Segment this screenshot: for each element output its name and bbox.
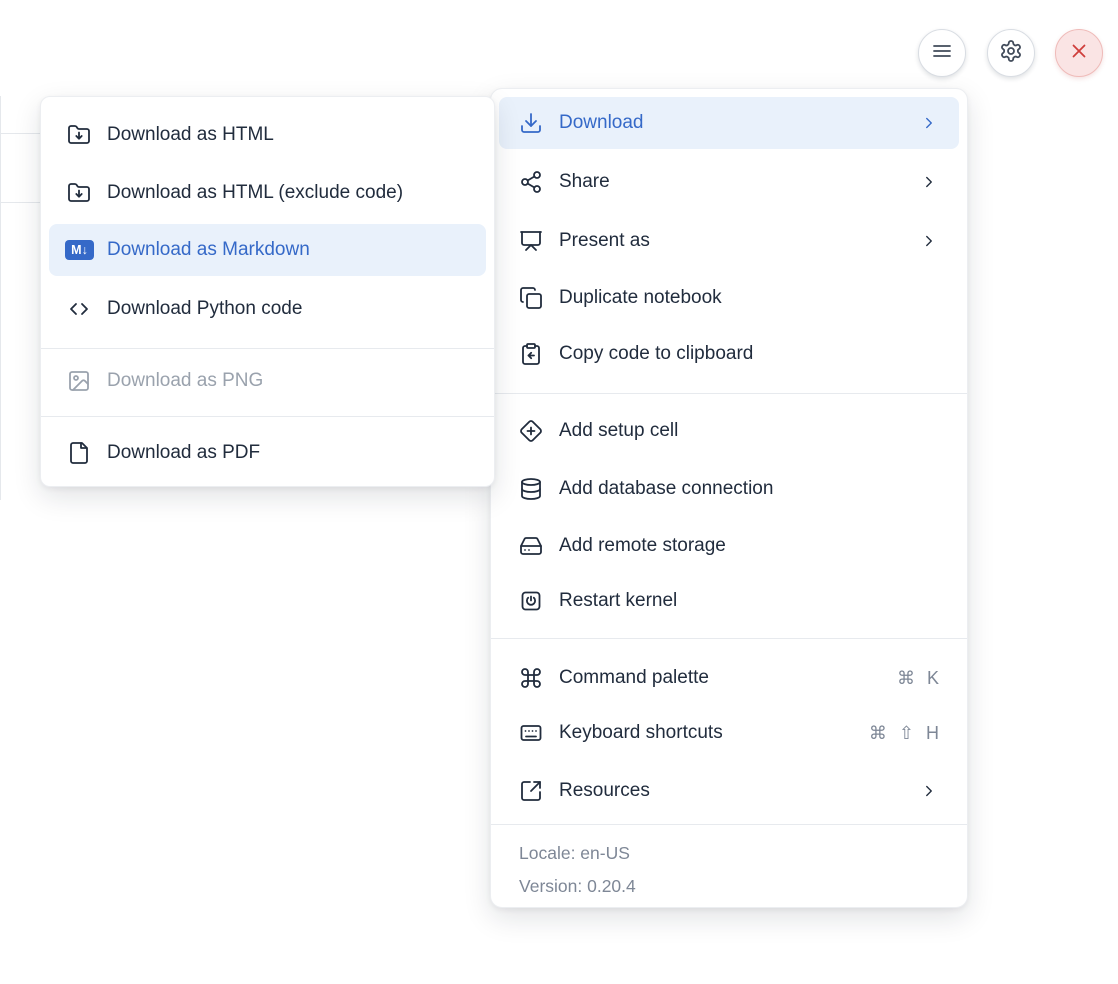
settings-button[interactable]	[987, 29, 1035, 77]
menu-item-add-remote-storage[interactable]: Add remote storage	[499, 520, 959, 572]
version-status-text: Version: 0.20.4	[519, 874, 947, 898]
close-icon	[1067, 39, 1091, 68]
page-fragment-line	[0, 202, 40, 203]
submenu-item-download-markdown[interactable]: M↓ Download as Markdown	[49, 224, 486, 276]
download-submenu-panel: Download as HTML Download as HTML (exclu…	[40, 96, 495, 487]
hard-drive-icon	[519, 534, 543, 558]
menu-item-share[interactable]: Share	[499, 156, 959, 208]
menu-item-label: Command palette	[559, 667, 709, 689]
menu-item-add-setup-cell[interactable]: Add setup cell	[499, 405, 959, 457]
menu-divider	[41, 416, 494, 417]
menu-item-label: Present as	[559, 230, 650, 252]
submenu-item-download-html-exclude-code[interactable]: Download as HTML (exclude code)	[49, 167, 486, 219]
menu-item-label: Download	[559, 112, 644, 134]
keyboard-icon	[519, 721, 543, 745]
menu-item-add-database-connection[interactable]: Add database connection	[499, 463, 959, 515]
menu-item-label: Download as PNG	[107, 370, 263, 392]
notebook-menu-button[interactable]	[918, 29, 966, 77]
menu-item-download[interactable]: Download	[499, 97, 959, 149]
menu-item-label: Share	[559, 171, 610, 193]
menu-divider	[41, 348, 494, 349]
clipboard-arrow-icon	[519, 342, 543, 366]
menu-item-copy-code[interactable]: Copy code to clipboard	[499, 328, 959, 380]
shortcut-hint: ⌘ K	[897, 668, 939, 689]
menu-item-keyboard-shortcuts[interactable]: Keyboard shortcuts ⌘ ⇧ H	[499, 707, 959, 759]
submenu-item-download-pdf[interactable]: Download as PDF	[49, 427, 486, 479]
external-link-icon	[519, 779, 543, 803]
hamburger-icon	[930, 39, 954, 68]
menu-item-resources[interactable]: Resources	[499, 765, 959, 817]
menu-item-label: Download as Markdown	[107, 239, 310, 261]
menu-item-command-palette[interactable]: Command palette ⌘ K	[499, 652, 959, 704]
database-icon	[519, 477, 543, 501]
power-square-icon	[519, 589, 543, 613]
copy-icon	[519, 286, 543, 310]
menu-item-label: Download as HTML (exclude code)	[107, 182, 403, 204]
folder-down-icon	[67, 123, 91, 147]
menu-divider	[491, 393, 967, 394]
menu-item-label: Copy code to clipboard	[559, 343, 753, 365]
menu-item-label: Keyboard shortcuts	[559, 722, 723, 744]
menu-item-label: Duplicate notebook	[559, 287, 722, 309]
markdown-badge-icon: M↓	[65, 240, 94, 260]
menu-item-duplicate-notebook[interactable]: Duplicate notebook	[499, 272, 959, 324]
menu-item-label: Add database connection	[559, 478, 773, 500]
file-icon	[67, 441, 91, 465]
page-fragment-border	[0, 96, 1, 500]
menu-item-restart-kernel[interactable]: Restart kernel	[499, 575, 959, 627]
submenu-item-download-python-code[interactable]: Download Python code	[49, 283, 486, 335]
submenu-item-download-html[interactable]: Download as HTML	[49, 109, 486, 161]
shortcut-hint: ⌘ ⇧ H	[869, 723, 939, 744]
locale-status-text: Locale: en-US	[519, 841, 947, 865]
menu-item-label: Add remote storage	[559, 535, 726, 557]
menu-item-label: Add setup cell	[559, 420, 678, 442]
app-background: Download Share Present as	[0, 0, 1118, 984]
download-icon	[519, 111, 543, 135]
share-icon	[519, 170, 543, 194]
page-fragment-line	[0, 133, 40, 134]
presentation-icon	[519, 229, 543, 253]
notebook-actions-menu-panel: Download Share Present as	[490, 88, 968, 908]
menu-item-label: Download Python code	[107, 298, 302, 320]
menu-item-label: Download as HTML	[107, 124, 274, 146]
menu-item-present-as[interactable]: Present as	[499, 215, 959, 267]
command-icon	[519, 666, 543, 690]
menu-item-label: Restart kernel	[559, 590, 677, 612]
chevron-right-icon	[919, 113, 939, 133]
code-icon	[67, 297, 91, 321]
submenu-item-download-png[interactable]: Download as PNG	[49, 355, 486, 407]
image-icon	[67, 369, 91, 393]
menu-divider	[491, 824, 967, 825]
chevron-right-icon	[919, 231, 939, 251]
menu-item-label: Download as PDF	[107, 442, 260, 464]
menu-item-label: Resources	[559, 780, 650, 802]
chevron-right-icon	[919, 781, 939, 801]
diamond-plus-icon	[519, 419, 543, 443]
gear-icon	[999, 39, 1023, 68]
chevron-right-icon	[919, 172, 939, 192]
folder-down-icon	[67, 181, 91, 205]
shutdown-button[interactable]	[1055, 29, 1103, 77]
menu-divider	[491, 638, 967, 639]
